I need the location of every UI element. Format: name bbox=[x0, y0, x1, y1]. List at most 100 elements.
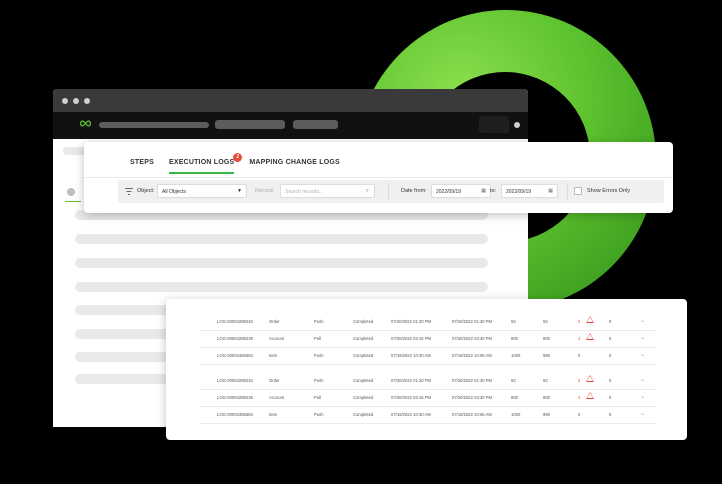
window-close-dot[interactable] bbox=[62, 97, 68, 104]
tab-steps-label: STEPS bbox=[130, 159, 154, 166]
cell-finished: 07/19/2022 10:55 AM bbox=[452, 353, 492, 358]
table-row[interactable]: LOG-00004289234 Order Push Completed 07/20/2… bbox=[200, 372, 656, 390]
cell-object: Account bbox=[269, 395, 285, 400]
record-label: Record: bbox=[255, 188, 275, 194]
cell-warnings: 0 bbox=[609, 395, 612, 400]
search-icon: ⌕ bbox=[365, 188, 369, 194]
expand-row-chevron-icon[interactable]: ⌄ bbox=[640, 334, 645, 341]
cell-status: Completed bbox=[353, 395, 374, 400]
tab-execution-logs[interactable]: EXECUTION LOGS 2 bbox=[168, 153, 243, 174]
window-maximize-dot[interactable] bbox=[84, 97, 90, 104]
filter-icon[interactable] bbox=[125, 188, 133, 195]
cell-finished: 07/19/2022 10:55 AM bbox=[452, 412, 492, 417]
warning-icon bbox=[586, 375, 594, 382]
window-minimize-dot[interactable] bbox=[73, 97, 79, 104]
search-placeholder: Search records... bbox=[285, 189, 324, 195]
infinity-logo-icon bbox=[79, 120, 92, 127]
cell-processed: 1000 bbox=[511, 412, 521, 417]
cell-started: 07/20/2022 03:15 PM bbox=[391, 395, 432, 400]
content-placeholder-5 bbox=[75, 305, 175, 315]
cell-id[interactable]: LOG-00004289234 bbox=[217, 319, 253, 324]
table-row[interactable]: LOG-00004289239 Account Pull Completed 07/20… bbox=[200, 389, 656, 407]
cell-status: Completed bbox=[353, 319, 374, 324]
cell-succeeded: 800 bbox=[543, 336, 550, 341]
cell-object: Order bbox=[269, 378, 280, 383]
table-row[interactable]: LOG-00004289234 Order Push Completed 07/20/2… bbox=[200, 313, 656, 331]
nav-placeholder-1[interactable] bbox=[215, 120, 285, 129]
object-select[interactable]: All Objects ▼ bbox=[157, 184, 247, 198]
app-name-placeholder bbox=[99, 122, 209, 128]
cell-direction: Push bbox=[314, 412, 324, 417]
header-action-placeholder[interactable] bbox=[479, 116, 509, 133]
cell-started: 07/20/2022 03:15 PM bbox=[391, 336, 432, 341]
cell-processed: 50 bbox=[511, 378, 516, 383]
object-label: Object: bbox=[137, 188, 155, 194]
expand-row-chevron-icon[interactable]: ⌄ bbox=[640, 393, 645, 400]
cell-id[interactable]: LOG-00004355584 bbox=[217, 412, 253, 417]
expand-row-chevron-icon[interactable]: ⌄ bbox=[640, 376, 645, 383]
warning-icon bbox=[586, 316, 594, 323]
cell-finished: 07/20/2022 01:30 PM bbox=[452, 378, 493, 383]
step-progress-line bbox=[65, 201, 81, 202]
tab-steps[interactable]: STEPS bbox=[130, 159, 154, 174]
cell-started: 07/19/2022 10:30 AM bbox=[391, 412, 431, 417]
nav-placeholder-2[interactable] bbox=[293, 120, 338, 129]
table-row[interactable]: LOG-00004289239 Account Pull Completed 07/20… bbox=[200, 330, 656, 348]
cell-errors: 2 bbox=[578, 378, 581, 383]
cell-id[interactable]: LOG-00004289234 bbox=[217, 378, 253, 383]
cell-succeeded: 800 bbox=[543, 395, 550, 400]
cell-processed: 1000 bbox=[511, 353, 521, 358]
tab-count-badge: 2 bbox=[233, 153, 243, 162]
date-to-label: to: bbox=[490, 188, 497, 194]
calendar-icon: ▦ bbox=[548, 188, 553, 194]
show-errors-checkbox[interactable] bbox=[574, 187, 582, 195]
cell-processed: 800 bbox=[511, 395, 518, 400]
cell-started: 07/20/2022 01:20 PM bbox=[391, 319, 432, 324]
cell-processed: 50 bbox=[511, 319, 516, 324]
show-errors-label: Show Errors Only bbox=[587, 188, 631, 194]
cell-warnings: 0 bbox=[609, 336, 612, 341]
search-input[interactable]: Search records... ⌕ bbox=[280, 184, 375, 198]
cell-succeeded: 50 bbox=[543, 319, 548, 324]
calendar-icon: ▦ bbox=[481, 188, 486, 194]
warning-icon bbox=[586, 392, 594, 399]
cell-direction: Push bbox=[314, 378, 324, 383]
cell-finished: 07/20/2022 03:30 PM bbox=[452, 336, 493, 341]
date-from-label: Date from: bbox=[401, 188, 427, 194]
cell-object: Account bbox=[269, 336, 285, 341]
content-placeholder-7 bbox=[75, 352, 175, 362]
warning-icon bbox=[586, 333, 594, 340]
cell-object: Order bbox=[269, 319, 280, 324]
expand-row-chevron-icon[interactable]: ⌄ bbox=[640, 317, 645, 324]
filter-bar: Object: All Objects ▼ Record: Search rec… bbox=[118, 180, 664, 203]
table-row[interactable]: LOG-00004355584 Item Push Completed 07/19/20… bbox=[200, 347, 656, 365]
cell-errors: 0 bbox=[578, 353, 581, 358]
cell-warnings: 0 bbox=[609, 353, 612, 358]
cell-id[interactable]: LOG-00004355584 bbox=[217, 353, 253, 358]
cell-object: Item bbox=[269, 412, 278, 417]
expand-row-chevron-icon[interactable]: ⌄ bbox=[640, 410, 645, 417]
window-titlebar bbox=[53, 89, 528, 112]
filter-divider-1 bbox=[388, 183, 389, 200]
object-select-value: All Objects bbox=[162, 189, 186, 195]
cell-errors: 4 bbox=[578, 395, 581, 400]
cell-direction: Pull bbox=[314, 395, 321, 400]
date-to-input[interactable]: 2022/09/19 ▦ bbox=[501, 184, 558, 198]
table-row[interactable]: LOG-00004355584 Item Push Completed 07/19/20… bbox=[200, 406, 656, 424]
cell-warnings: 0 bbox=[609, 412, 612, 417]
user-avatar[interactable] bbox=[514, 122, 520, 128]
cell-status: Completed bbox=[353, 353, 374, 358]
date-from-input[interactable]: 2022/09/19 ▦ bbox=[431, 184, 491, 198]
cell-id[interactable]: LOG-00004289239 bbox=[217, 395, 253, 400]
cell-id[interactable]: LOG-00004289239 bbox=[217, 336, 253, 341]
cell-succeeded: 50 bbox=[543, 378, 548, 383]
cell-status: Completed bbox=[353, 378, 374, 383]
cell-succeeded: 990 bbox=[543, 412, 550, 417]
tab-mapping-change-logs-label: MAPPING CHANGE LOGS bbox=[249, 159, 340, 166]
filter-divider-2 bbox=[567, 183, 568, 200]
tab-mapping-change-logs[interactable]: MAPPING CHANGE LOGS bbox=[249, 159, 340, 174]
cell-started: 07/19/2022 10:30 AM bbox=[391, 353, 431, 358]
content-placeholder-8 bbox=[75, 374, 175, 384]
expand-row-chevron-icon[interactable]: ⌄ bbox=[640, 351, 645, 358]
cell-errors: 4 bbox=[578, 336, 581, 341]
